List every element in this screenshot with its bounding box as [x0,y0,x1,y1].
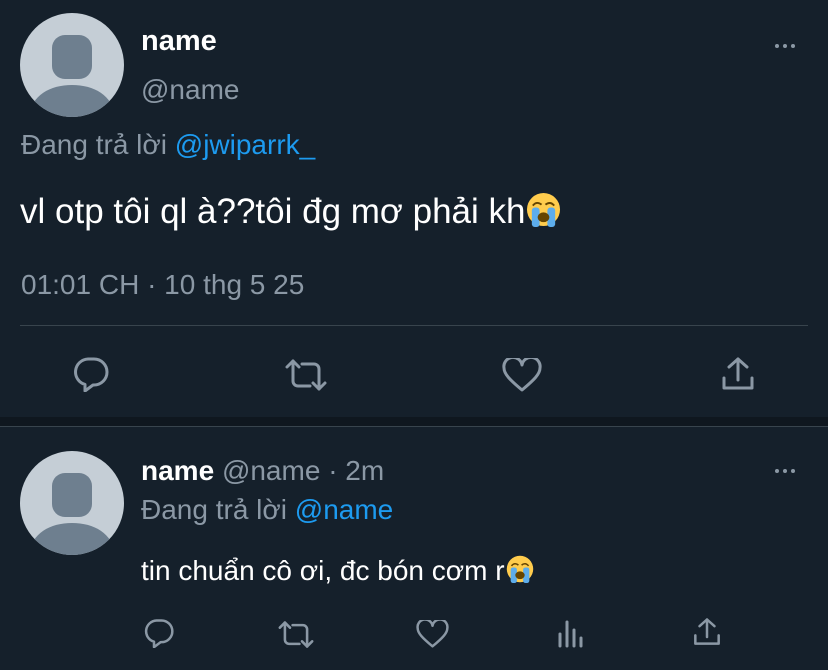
tweet-text: tin chuẩn cô ơi, đc bón cơm r [141,554,534,588]
retweet-icon[interactable] [277,620,315,649]
display-name[interactable]: name [141,24,217,58]
tweet-text-content: tin chuẩn cô ơi, đc bón cơm r [141,555,505,586]
reply-header: name @name · 2m [141,454,384,488]
divider [20,325,808,326]
display-name[interactable]: name [141,455,214,486]
replying-to-line: Đang trả lời @jwiparrk_ [21,128,315,162]
loudly-crying-face-icon [506,556,533,584]
divider [0,426,828,427]
replying-to-mention[interactable]: @jwiparrk_ [175,129,315,160]
reply-icon[interactable] [143,618,175,648]
user-handle[interactable]: @name [141,73,239,107]
user-handle[interactable]: @name [222,455,320,486]
analytics-icon[interactable] [556,618,586,648]
section-separator [0,417,828,426]
replying-to-line: Đang trả lời @name [141,493,393,527]
more-options-icon[interactable] [775,44,795,48]
reply-icon[interactable] [72,356,110,392]
tweet-timestamp[interactable]: 01:01 CH · 10 thg 5 25 [21,268,304,302]
default-user-icon [28,473,116,555]
more-options-icon[interactable] [775,469,795,473]
like-icon[interactable] [416,620,449,648]
default-user-icon [28,35,116,117]
avatar[interactable] [20,451,124,555]
replying-to-prefix: Đang trả lời [21,129,167,160]
replying-to-prefix: Đang trả lời [141,494,287,525]
retweet-icon[interactable] [284,358,328,392]
tweet-text: vl otp tôi ql à??tôi đg mơ phải kh [20,191,561,233]
relative-time[interactable]: 2m [345,455,384,486]
loudly-crying-face-icon [527,193,561,228]
replying-to-mention[interactable]: @name [295,494,393,525]
like-icon[interactable] [502,358,542,392]
dot-separator: · [328,455,338,486]
avatar[interactable] [20,13,124,117]
tweet-text-content: vl otp tôi ql à??tôi đg mơ phải kh [20,192,526,231]
share-icon[interactable] [692,617,722,647]
share-icon[interactable] [720,356,756,392]
